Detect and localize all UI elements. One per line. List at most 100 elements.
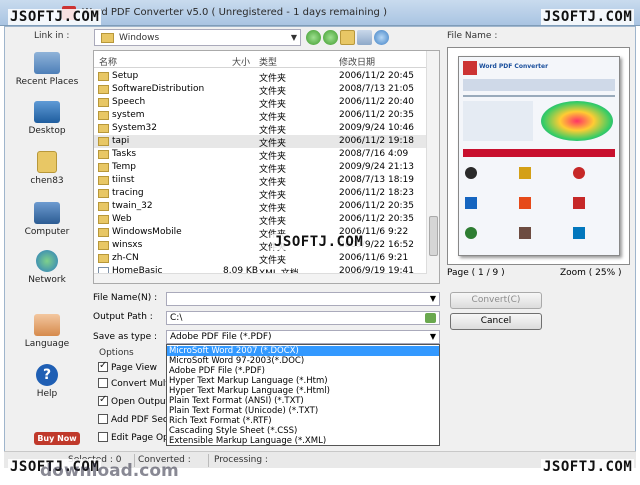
file-date: 2009/9/24 21:13 — [339, 162, 414, 172]
file-name: Tasks — [112, 149, 137, 159]
file-row[interactable]: zh-CN 文件夹 2006/11/6 9:21 — [94, 252, 427, 266]
save-as-type-label: Save as type : — [93, 332, 158, 342]
file-row[interactable]: Tasks 文件夹 2008/7/16 4:09 — [94, 148, 427, 162]
file-row[interactable]: twain_32 文件夹 2006/11/2 20:35 — [94, 200, 427, 214]
file-date: 2008/7/13 18:19 — [339, 175, 414, 185]
folder-icon — [98, 215, 109, 224]
file-list[interactable]: 名称 大小 类型 修改日期 Setup 文件夹 2006/11/2 20:45 Sof… — [93, 50, 440, 284]
save-as-option[interactable]: Cascading Style Sheet (*.CSS) — [167, 426, 439, 436]
save-as-type-select[interactable]: Adobe PDF File (*.PDF) ▼ — [166, 330, 440, 344]
place-language[interactable]: Language — [4, 314, 90, 349]
save-as-option[interactable]: MicroSoft Word 97-2003(*.DOC) — [167, 356, 439, 366]
desktop-icon — [34, 101, 60, 123]
horizontal-scrollbar[interactable] — [94, 273, 427, 283]
buy-now-button[interactable]: Buy Now — [34, 432, 80, 445]
watermark-center: JSOFTJ.COM — [272, 234, 366, 250]
file-date: 2006/11/2 20:45 — [339, 71, 414, 81]
column-type[interactable]: 类型 — [259, 55, 277, 68]
browse-folder-icon[interactable] — [425, 313, 436, 323]
file-name: zh-CN — [112, 253, 139, 263]
file-name: System32 — [112, 123, 158, 133]
file-row[interactable]: Temp 文件夹 2009/9/24 21:13 — [94, 161, 427, 175]
preview-file-name-label: File Name : — [447, 31, 498, 41]
file-date: 2006/11/2 20:40 — [339, 97, 414, 107]
web-icon[interactable] — [374, 30, 389, 45]
save-as-option[interactable]: Rich Text Format (*.RTF) — [167, 416, 439, 426]
place-chen83[interactable]: chen83 — [4, 151, 90, 186]
save-as-option[interactable]: Hyper Text Markup Language (*.Htm) — [167, 376, 439, 386]
save-as-option[interactable]: Extensible Markup Language (*.XML) — [167, 436, 439, 446]
file-name: tapi — [112, 136, 130, 146]
save-as-option[interactable]: Hyper Text Markup Language (*.Html) — [167, 386, 439, 396]
file-row[interactable]: system 文件夹 2006/11/2 20:35 — [94, 109, 427, 123]
places-label: Link in : — [34, 31, 70, 41]
watermark-download: download.com — [40, 461, 179, 481]
file-row[interactable]: tiinst 文件夹 2008/7/13 18:19 — [94, 174, 427, 188]
column-modified[interactable]: 修改日期 — [339, 55, 375, 68]
save-as-option[interactable]: Adobe PDF File (*.PDF) — [167, 366, 439, 376]
save-as-type-dropdown[interactable]: MicroSoft Word 2007 (*.DOCX) MicroSoft Wo… — [166, 344, 440, 446]
place-desktop[interactable]: Desktop — [4, 101, 90, 136]
file-row[interactable]: SoftwareDistribution 文件夹 2008/7/13 21:05 — [94, 83, 427, 97]
back-icon[interactable] — [306, 30, 321, 45]
column-size[interactable]: 大小 — [232, 55, 250, 68]
checkbox-icon[interactable] — [98, 414, 108, 424]
zoom-indicator: Zoom ( 25% ) — [560, 268, 622, 278]
folder-icon — [98, 137, 109, 146]
help-icon: ? — [36, 364, 58, 386]
watermark-top-left: JSOFTJ.COM — [8, 9, 102, 25]
folder-icon — [98, 163, 109, 172]
file-row[interactable]: Web 文件夹 2006/11/2 20:35 — [94, 213, 427, 227]
folder-icon — [98, 254, 109, 263]
checkbox-icon[interactable] — [98, 360, 108, 372]
file-date: 2006/11/2 20:35 — [339, 110, 414, 120]
folder-icon — [98, 189, 109, 198]
vertical-scrollbar[interactable] — [426, 51, 439, 283]
file-row[interactable]: tapi 文件夹 2006/11/2 19:18 — [94, 135, 427, 149]
output-path-input[interactable]: C:\ — [166, 311, 440, 325]
new-folder-icon[interactable] — [340, 30, 355, 45]
folder-icon — [98, 241, 109, 250]
option-checkbox[interactable]: Add PDF Secu — [98, 414, 174, 426]
cancel-button[interactable]: Cancel — [450, 313, 542, 330]
file-row[interactable]: Setup 文件夹 2006/11/2 20:45 — [94, 70, 427, 84]
checkbox-icon[interactable] — [98, 378, 108, 388]
place-help[interactable]: ? Help — [4, 364, 90, 399]
save-as-option[interactable]: Plain Text Format (Unicode) (*.TXT) — [167, 406, 439, 416]
view-menu-icon[interactable] — [357, 30, 372, 45]
chevron-down-icon: ▼ — [429, 294, 436, 303]
places-bar: Link in : Recent Places Desktop chen83 C… — [4, 26, 90, 451]
file-name: Speech — [112, 97, 146, 107]
checkbox-icon[interactable] — [98, 394, 108, 406]
place-computer[interactable]: Computer — [4, 202, 90, 237]
file-row[interactable]: WindowsMobile文件夹2006/11/6 9:22 — [94, 226, 427, 240]
file-row[interactable]: Speech 文件夹 2006/11/2 20:40 — [94, 96, 427, 110]
up-icon[interactable] — [323, 30, 338, 45]
location-value: Windows — [119, 33, 160, 43]
option-label: Page View — [111, 363, 158, 373]
preview-doc-title: Word PDF Converter — [479, 63, 549, 70]
file-name: tiinst — [112, 175, 135, 185]
file-name: twain_32 — [112, 201, 153, 211]
file-row[interactable]: tracing 文件夹 2006/11/2 18:23 — [94, 187, 427, 201]
network-icon — [36, 250, 58, 272]
folder-icon — [98, 72, 109, 81]
place-recent-places[interactable]: Recent Places — [4, 52, 90, 87]
file-name-label: File Name(N) : — [93, 293, 158, 303]
folder-icon — [98, 202, 109, 211]
file-row[interactable]: winsxs文件夹2009/9/22 16:52 — [94, 239, 427, 253]
file-name-input[interactable]: ▼ — [166, 292, 440, 306]
folder-icon — [98, 111, 109, 120]
file-name: system — [112, 110, 145, 120]
location-combo[interactable]: Windows ▼ — [94, 29, 301, 46]
option-checkbox[interactable]: Page View — [98, 360, 158, 374]
checkbox-icon[interactable] — [98, 432, 108, 442]
computer-icon — [34, 202, 60, 224]
column-name[interactable]: 名称 — [99, 55, 117, 68]
scroll-thumb[interactable] — [429, 216, 438, 256]
save-as-option[interactable]: MicroSoft Word 2007 (*.DOCX) — [167, 346, 439, 356]
place-network[interactable]: Network — [4, 250, 90, 285]
file-row[interactable]: System32 文件夹 2009/9/24 10:46 — [94, 122, 427, 136]
convert-button[interactable]: Convert(C) — [450, 292, 542, 309]
save-as-option[interactable]: Plain Text Format (ANSI) (*.TXT) — [167, 396, 439, 406]
